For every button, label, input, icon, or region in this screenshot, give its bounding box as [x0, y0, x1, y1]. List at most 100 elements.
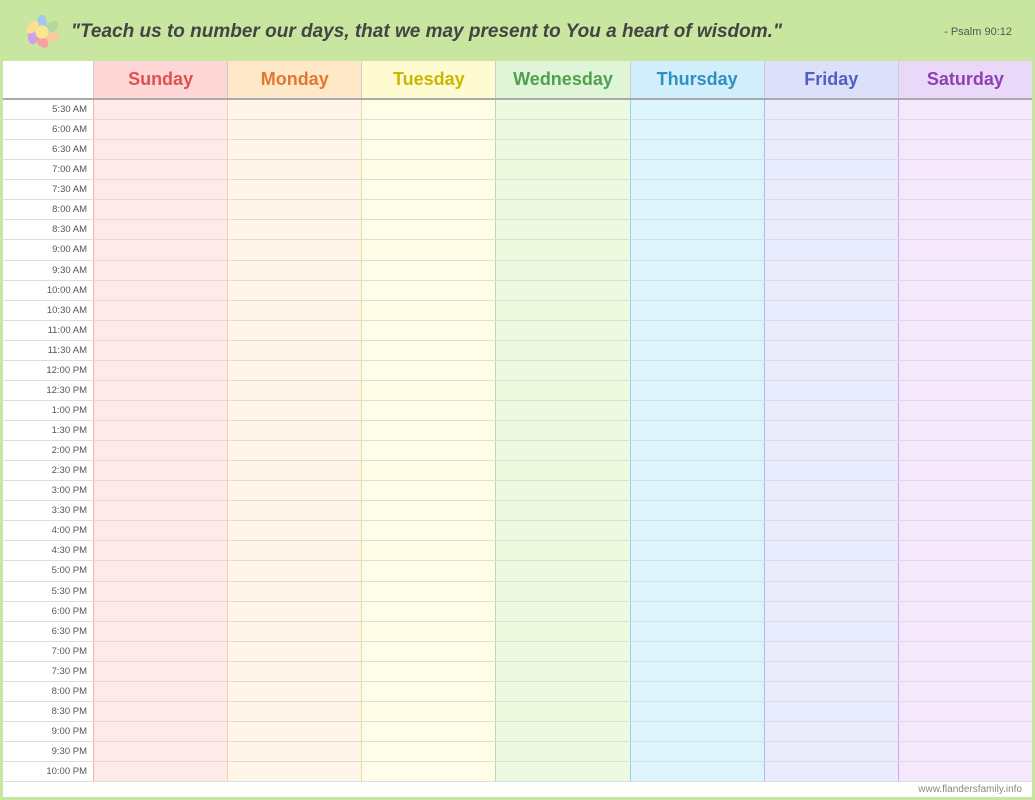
time-cell-friday[interactable]	[764, 622, 898, 641]
time-cell-sunday[interactable]	[93, 301, 227, 320]
time-cell-saturday[interactable]	[898, 642, 1032, 661]
time-cell-thursday[interactable]	[630, 722, 764, 741]
time-cell-thursday[interactable]	[630, 481, 764, 500]
time-cell-wednesday[interactable]	[495, 220, 629, 239]
time-cell-saturday[interactable]	[898, 281, 1032, 300]
time-cell-friday[interactable]	[764, 662, 898, 681]
time-cell-wednesday[interactable]	[495, 381, 629, 400]
time-cell-sunday[interactable]	[93, 200, 227, 219]
time-cell-friday[interactable]	[764, 321, 898, 340]
time-cell-sunday[interactable]	[93, 421, 227, 440]
time-cell-sunday[interactable]	[93, 461, 227, 480]
time-cell-thursday[interactable]	[630, 682, 764, 701]
time-cell-tuesday[interactable]	[361, 481, 495, 500]
time-cell-sunday[interactable]	[93, 602, 227, 621]
time-cell-sunday[interactable]	[93, 481, 227, 500]
time-cell-tuesday[interactable]	[361, 622, 495, 641]
time-cell-saturday[interactable]	[898, 381, 1032, 400]
time-cell-sunday[interactable]	[93, 120, 227, 139]
time-cell-saturday[interactable]	[898, 180, 1032, 199]
time-cell-monday[interactable]	[227, 742, 361, 761]
time-cell-wednesday[interactable]	[495, 742, 629, 761]
time-cell-wednesday[interactable]	[495, 622, 629, 641]
time-cell-wednesday[interactable]	[495, 401, 629, 420]
time-cell-sunday[interactable]	[93, 622, 227, 641]
time-cell-sunday[interactable]	[93, 582, 227, 601]
time-cell-friday[interactable]	[764, 301, 898, 320]
time-cell-monday[interactable]	[227, 722, 361, 741]
time-cell-friday[interactable]	[764, 200, 898, 219]
time-cell-monday[interactable]	[227, 321, 361, 340]
time-cell-monday[interactable]	[227, 361, 361, 380]
time-cell-thursday[interactable]	[630, 521, 764, 540]
time-cell-wednesday[interactable]	[495, 561, 629, 580]
time-cell-friday[interactable]	[764, 100, 898, 119]
time-cell-saturday[interactable]	[898, 602, 1032, 621]
time-cell-tuesday[interactable]	[361, 200, 495, 219]
time-cell-tuesday[interactable]	[361, 361, 495, 380]
time-cell-monday[interactable]	[227, 541, 361, 560]
time-cell-tuesday[interactable]	[361, 461, 495, 480]
time-cell-monday[interactable]	[227, 441, 361, 460]
time-cell-thursday[interactable]	[630, 622, 764, 641]
time-cell-tuesday[interactable]	[361, 521, 495, 540]
time-cell-friday[interactable]	[764, 361, 898, 380]
time-cell-thursday[interactable]	[630, 140, 764, 159]
time-cell-thursday[interactable]	[630, 501, 764, 520]
time-cell-sunday[interactable]	[93, 401, 227, 420]
time-cell-sunday[interactable]	[93, 642, 227, 661]
time-cell-sunday[interactable]	[93, 281, 227, 300]
time-cell-monday[interactable]	[227, 762, 361, 781]
time-cell-saturday[interactable]	[898, 441, 1032, 460]
time-cell-monday[interactable]	[227, 602, 361, 621]
time-cell-tuesday[interactable]	[361, 722, 495, 741]
time-cell-saturday[interactable]	[898, 200, 1032, 219]
time-cell-thursday[interactable]	[630, 742, 764, 761]
time-cell-friday[interactable]	[764, 582, 898, 601]
time-cell-tuesday[interactable]	[361, 602, 495, 621]
time-cell-saturday[interactable]	[898, 120, 1032, 139]
time-cell-saturday[interactable]	[898, 261, 1032, 280]
time-cell-wednesday[interactable]	[495, 602, 629, 621]
time-cell-thursday[interactable]	[630, 702, 764, 721]
time-cell-sunday[interactable]	[93, 722, 227, 741]
time-cell-friday[interactable]	[764, 481, 898, 500]
time-cell-sunday[interactable]	[93, 521, 227, 540]
time-cell-thursday[interactable]	[630, 441, 764, 460]
time-cell-wednesday[interactable]	[495, 501, 629, 520]
time-cell-tuesday[interactable]	[361, 120, 495, 139]
time-cell-thursday[interactable]	[630, 461, 764, 480]
time-cell-friday[interactable]	[764, 561, 898, 580]
time-cell-sunday[interactable]	[93, 561, 227, 580]
time-cell-wednesday[interactable]	[495, 461, 629, 480]
time-cell-wednesday[interactable]	[495, 200, 629, 219]
time-cell-saturday[interactable]	[898, 160, 1032, 179]
time-cell-sunday[interactable]	[93, 441, 227, 460]
time-cell-thursday[interactable]	[630, 261, 764, 280]
time-cell-friday[interactable]	[764, 140, 898, 159]
time-cell-friday[interactable]	[764, 341, 898, 360]
time-cell-tuesday[interactable]	[361, 381, 495, 400]
time-cell-friday[interactable]	[764, 702, 898, 721]
time-cell-thursday[interactable]	[630, 361, 764, 380]
time-cell-wednesday[interactable]	[495, 281, 629, 300]
time-cell-monday[interactable]	[227, 622, 361, 641]
time-cell-wednesday[interactable]	[495, 582, 629, 601]
time-cell-friday[interactable]	[764, 642, 898, 661]
time-cell-tuesday[interactable]	[361, 501, 495, 520]
time-cell-thursday[interactable]	[630, 602, 764, 621]
time-cell-monday[interactable]	[227, 682, 361, 701]
time-cell-wednesday[interactable]	[495, 762, 629, 781]
time-cell-tuesday[interactable]	[361, 702, 495, 721]
time-cell-tuesday[interactable]	[361, 421, 495, 440]
time-cell-friday[interactable]	[764, 220, 898, 239]
time-cell-thursday[interactable]	[630, 662, 764, 681]
time-cell-tuesday[interactable]	[361, 180, 495, 199]
time-cell-thursday[interactable]	[630, 401, 764, 420]
time-cell-thursday[interactable]	[630, 281, 764, 300]
time-cell-wednesday[interactable]	[495, 100, 629, 119]
time-cell-thursday[interactable]	[630, 541, 764, 560]
time-cell-tuesday[interactable]	[361, 100, 495, 119]
time-cell-tuesday[interactable]	[361, 662, 495, 681]
time-cell-thursday[interactable]	[630, 341, 764, 360]
